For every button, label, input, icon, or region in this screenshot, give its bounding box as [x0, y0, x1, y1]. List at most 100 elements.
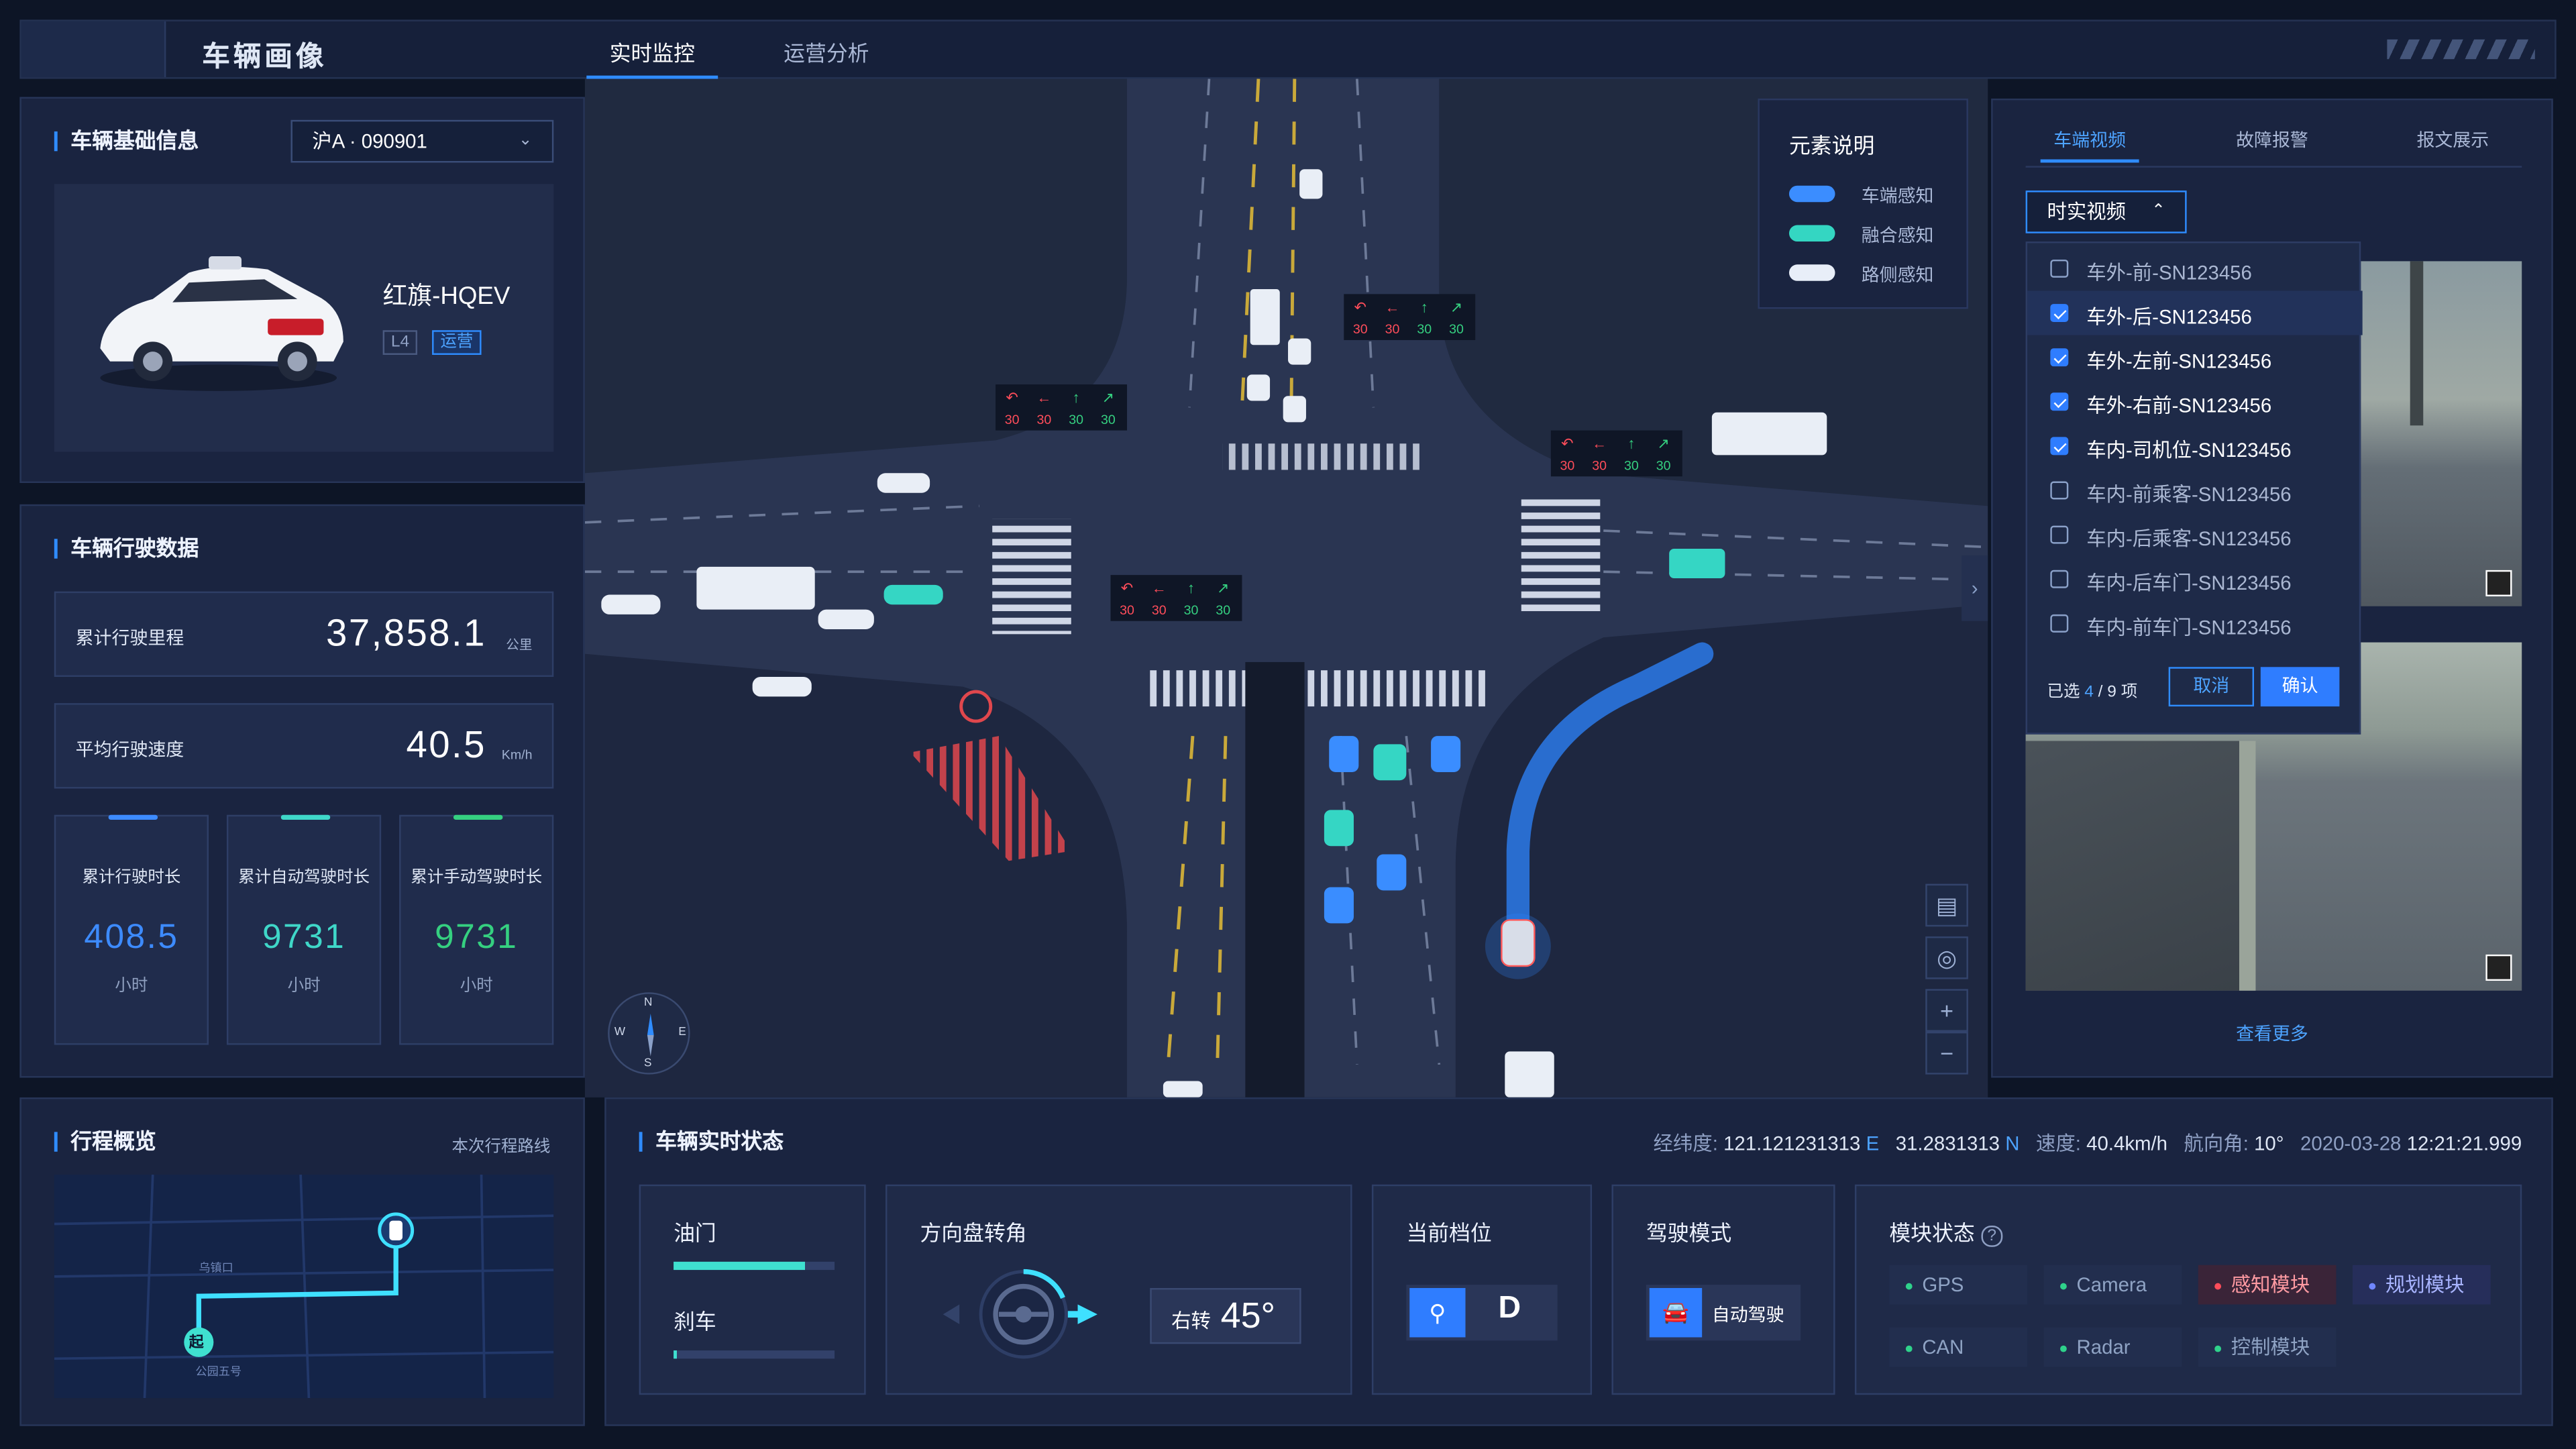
checkbox[interactable] — [2050, 304, 2069, 323]
locate-icon[interactable]: ◎ — [1925, 936, 1968, 979]
map-view[interactable]: ↶ 30 ← 30 ↑ 30 ↗ 30 ↶ 30 ← 30 ↑ 30 ↗ 30 ↶ 30 ← 30 ↑ 30 ↗ 30 ↶ 30 ←… — [584, 78, 1988, 1097]
checkbox[interactable] — [2050, 348, 2069, 367]
plate-select-value: 沪A · 090901 — [312, 129, 427, 153]
decor-stripes — [2387, 39, 2535, 60]
camera-option-label: 车内-前车门-SN123456 — [2086, 616, 2292, 639]
trip-route-map — [54, 1175, 554, 1399]
camera-option[interactable]: 车内-后乘客-SN123456 — [2027, 513, 2363, 557]
drive-mode-card: 驾驶模式 🚘 自动驾驶 — [1611, 1184, 1835, 1395]
collapse-chevron-icon[interactable]: › — [1962, 555, 1988, 621]
module-label: 感知模块 — [2231, 1273, 2310, 1297]
signal-arrow-icon: ↑ — [1421, 299, 1428, 315]
vehicle-card: 红旗-HQEV L4 运营 — [54, 184, 554, 452]
module-perception: 感知模块 — [2198, 1265, 2337, 1305]
camera-option[interactable]: 车外-右前-SN123456 — [2027, 380, 2363, 424]
confirm-button[interactable]: 确认 — [2260, 667, 2340, 707]
heading-value: 10° — [2254, 1132, 2284, 1155]
stat-manual-hours: 累计手动驾驶时长 9731 小时 — [399, 814, 554, 1045]
video-frame-1[interactable] — [2361, 261, 2522, 606]
legend-item-vehicle: 车端感知 — [1861, 187, 1934, 207]
stat-value: 9731 — [262, 918, 346, 957]
signal-arrow-icon: ↗ — [1217, 580, 1229, 596]
camera-option[interactable]: 车内-后车门-SN123456 — [2027, 557, 2363, 601]
camera-option[interactable]: 车内-司机位-SN123456 — [2027, 424, 2363, 468]
plate-select[interactable]: 沪A · 090901 ⌄ — [290, 119, 554, 163]
gear-stick-icon: ⚲ — [1409, 1288, 1466, 1338]
heading-label: 航向角: — [2184, 1132, 2249, 1155]
tab-operation-analysis[interactable]: 运营分析 — [784, 36, 869, 68]
module-label: 规划模块 — [2385, 1273, 2465, 1297]
signal-countdown: 30 — [1120, 603, 1134, 618]
stat-total-hours: 累计行驶时长 408.5 小时 — [54, 814, 209, 1045]
metric-avg-speed: 平均行驶速度 40.5 Km/h — [54, 703, 554, 789]
module-label: CAN — [1922, 1336, 1964, 1359]
camera-option-label: 车外-前-SN123456 — [2086, 261, 2252, 284]
zoom-out-button[interactable]: − — [1925, 1031, 1968, 1075]
throttle-fill — [674, 1261, 806, 1271]
signal-arrow-icon: ↑ — [1073, 389, 1080, 406]
checkbox[interactable] — [2050, 481, 2069, 500]
car-icon — [1788, 225, 1835, 242]
status-dot — [1905, 1283, 1913, 1290]
camera-option-label: 车外-左前-SN123456 — [2086, 350, 2272, 373]
signal-countdown: 30 — [1449, 322, 1464, 337]
brake-track — [674, 1350, 835, 1359]
time-value: 12:21:21.999 — [2406, 1132, 2522, 1155]
camera-option[interactable]: 车外-左前-SN123456 — [2027, 335, 2363, 380]
camera-option[interactable]: 车内-前乘客-SN123456 — [2027, 468, 2363, 513]
signal-arrow-icon: ← — [1152, 580, 1167, 596]
stat-auto-hours: 累计自动驾驶时长 9731 小时 — [226, 814, 382, 1045]
compass-s: S — [644, 1058, 652, 1070]
fullscreen-icon[interactable] — [2485, 954, 2512, 981]
camera-option[interactable]: 车内-前车门-SN123456 — [2027, 601, 2363, 645]
tab-fault-alarm[interactable]: 故障报警 — [2236, 127, 2308, 153]
checkbox[interactable] — [2050, 570, 2069, 588]
module-camera: Camera — [2043, 1265, 2182, 1305]
compass-e: E — [678, 1026, 686, 1038]
camera-option-label: 车内-后乘客-SN123456 — [2086, 527, 2292, 551]
drive-mode-value: 自动驾驶 — [1711, 1305, 1784, 1326]
video-type-select[interactable]: 时实视频 ⌃ — [2025, 191, 2187, 233]
tab-message-display[interactable]: 报文展示 — [2416, 127, 2489, 153]
checkbox[interactable] — [2050, 437, 2069, 455]
gear-value: D — [1498, 1291, 1521, 1326]
signal-arrow-icon: ← — [1036, 389, 1051, 406]
speed-label: 速度: — [2035, 1132, 2081, 1155]
checkbox[interactable] — [2050, 392, 2069, 411]
checkbox[interactable] — [2050, 259, 2069, 278]
metric-mileage: 累计行驶里程 37,858.1 公里 — [54, 591, 554, 677]
camera-option[interactable]: 车外-后-SN123456 — [2027, 290, 2363, 335]
signal-countdown: 30 — [1560, 458, 1574, 473]
steering-direction: 右转 — [1171, 1309, 1211, 1333]
checkbox[interactable] — [2050, 525, 2069, 544]
info-icon[interactable]: ? — [1980, 1225, 2003, 1247]
video-pole — [2410, 261, 2424, 426]
stat-label: 累计手动驾驶时长 — [411, 869, 543, 888]
car-icon — [1788, 185, 1835, 203]
signal-countdown: 30 — [1101, 413, 1116, 427]
module-label: Camera — [2076, 1273, 2147, 1297]
tab-vehicle-video[interactable]: 车端视频 — [2040, 127, 2139, 163]
camera-option[interactable]: 车外-前-SN123456 — [2027, 246, 2363, 290]
checkbox[interactable] — [2050, 614, 2069, 633]
tab-realtime-monitor[interactable]: 实时监控 — [586, 36, 718, 79]
stat-label: 累计行驶时长 — [82, 869, 181, 888]
layers-icon[interactable]: ▤ — [1925, 883, 1968, 927]
trip-map[interactable]: 起 乌镇口 公园五号 — [54, 1175, 554, 1399]
throttle-track — [674, 1261, 835, 1271]
modules-card: 模块状态 ? GPS Camera 感知模块 规划模块 CAN Radar 控制… — [1854, 1184, 2522, 1395]
cancel-button[interactable]: 取消 — [2168, 667, 2255, 707]
metric-value: 37,858.1 — [326, 611, 486, 654]
lat-dir: N — [2005, 1132, 2020, 1155]
signal-arrow-icon: ↶ — [1121, 580, 1133, 596]
zoom-in-button[interactable]: + — [1925, 989, 1968, 1032]
car-icon — [1788, 264, 1835, 281]
stat-unit: 小时 — [287, 977, 321, 996]
view-more-link[interactable]: 查看更多 — [1993, 1020, 2552, 1046]
fullscreen-icon[interactable] — [2485, 570, 2512, 596]
metric-unit: Km/h — [501, 747, 533, 763]
signal-countdown: 30 — [1184, 603, 1199, 618]
metric-label: 累计行驶里程 — [75, 629, 184, 649]
compass[interactable]: N S W E — [608, 992, 690, 1075]
selected-number: 4 — [2084, 683, 2094, 702]
